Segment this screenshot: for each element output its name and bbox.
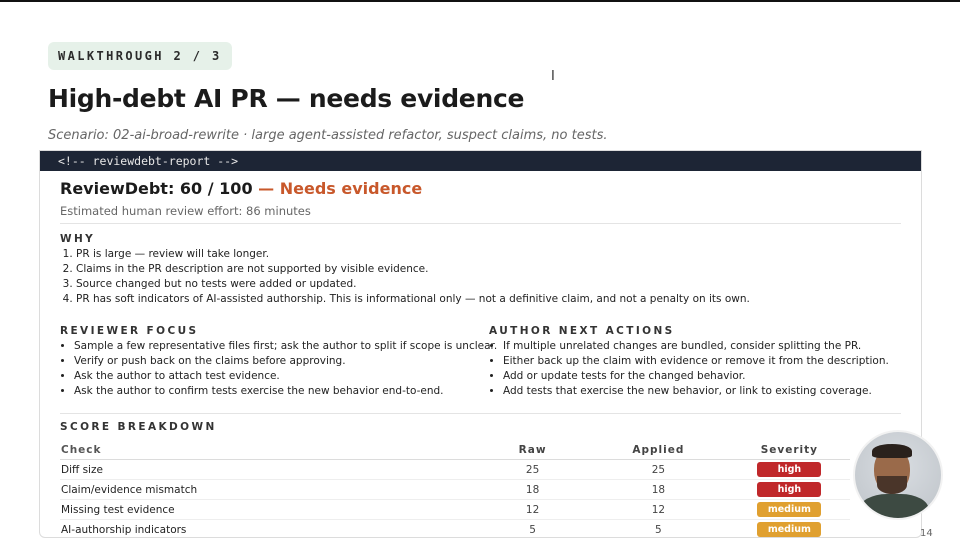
table-row: Claim/evidence mismatch 18 18 high [60, 479, 850, 500]
divider [60, 413, 901, 414]
severity-badge: high [757, 482, 822, 497]
score-breakdown-heading: SCORE BREAKDOWN [60, 421, 217, 433]
divider [60, 223, 901, 224]
raw-value: 18 [477, 479, 589, 500]
reviewer-item: Sample a few representative files first;… [74, 339, 497, 354]
author-item: If multiple unrelated changes are bundle… [503, 339, 889, 354]
author-actions-heading: AUTHOR NEXT ACTIONS [489, 325, 675, 337]
why-item: Claims in the PR description are not sup… [76, 262, 750, 277]
check-name: Claim/evidence mismatch [60, 479, 478, 500]
page-number: 14 [920, 528, 933, 539]
reviewer-focus-list: Sample a few representative files first;… [60, 339, 497, 399]
text-cursor-icon: I [551, 69, 555, 84]
why-item: PR has soft indicators of AI-assisted au… [76, 292, 750, 307]
column-header-applied: Applied [588, 441, 729, 460]
check-name: Diff size [60, 459, 478, 480]
why-list: PR is large — review will take longer. C… [60, 247, 750, 307]
column-header-raw: Raw [477, 441, 589, 460]
table-row: AI-authorship indicators 5 5 medium [60, 519, 850, 537]
reviewer-item: Ask the author to confirm tests exercise… [74, 384, 497, 399]
raw-value: 5 [477, 519, 589, 537]
severity-badge: medium [757, 522, 822, 537]
check-name: AI-authorship indicators [60, 519, 478, 537]
check-name: Missing test evidence [60, 499, 478, 520]
why-item: PR is large — review will take longer. [76, 247, 750, 262]
applied-value: 18 [588, 479, 729, 500]
severity-badge: medium [757, 502, 822, 517]
reviewer-item: Verify or push back on the claims before… [74, 354, 497, 369]
author-item: Either back up the claim with evidence o… [503, 354, 889, 369]
score-breakdown-table: Check Raw Applied Severity Diff size 25 … [60, 441, 850, 537]
slide-title: High-debt AI PR — needs evidence [48, 84, 525, 113]
reviewer-item: Ask the author to attach test evidence. [74, 369, 497, 384]
author-item: Add tests that exercise the new behavior… [503, 384, 889, 399]
table-row: Missing test evidence 12 12 medium [60, 499, 850, 520]
effort-estimate: Estimated human review effort: 86 minute… [60, 204, 311, 218]
author-item: Add or update tests for the changed beha… [503, 369, 889, 384]
verdict-label: — Needs evidence [258, 179, 423, 198]
score-label: ReviewDebt: 60 / 100 [60, 179, 253, 198]
walkthrough-badge: WALKTHROUGH 2 / 3 [48, 42, 232, 70]
applied-value: 5 [588, 519, 729, 537]
column-header-check: Check [60, 441, 478, 460]
author-actions-list: If multiple unrelated changes are bundle… [489, 339, 889, 399]
report-card: <!-- reviewdebt-report --> ReviewDebt: 6… [39, 150, 922, 538]
severity-badge: high [757, 462, 822, 477]
column-header-severity: Severity [728, 441, 850, 460]
applied-value: 25 [588, 459, 729, 480]
why-heading: WHY [60, 233, 96, 245]
raw-value: 25 [477, 459, 589, 480]
scenario-subtitle: Scenario: 02-ai-broad-rewrite · large ag… [48, 128, 608, 143]
applied-value: 12 [588, 499, 729, 520]
raw-value: 12 [477, 499, 589, 520]
table-row: Diff size 25 25 high [60, 459, 850, 480]
top-border [0, 0, 960, 2]
reviewer-focus-heading: REVIEWER FOCUS [60, 325, 199, 337]
table-header-row: Check Raw Applied Severity [60, 441, 850, 460]
why-item: Source changed but no tests were added o… [76, 277, 750, 292]
report-comment-bar: <!-- reviewdebt-report --> [40, 151, 921, 171]
presenter-webcam-avatar [853, 430, 943, 520]
score-line: ReviewDebt: 60 / 100 — Needs evidence [60, 179, 422, 198]
